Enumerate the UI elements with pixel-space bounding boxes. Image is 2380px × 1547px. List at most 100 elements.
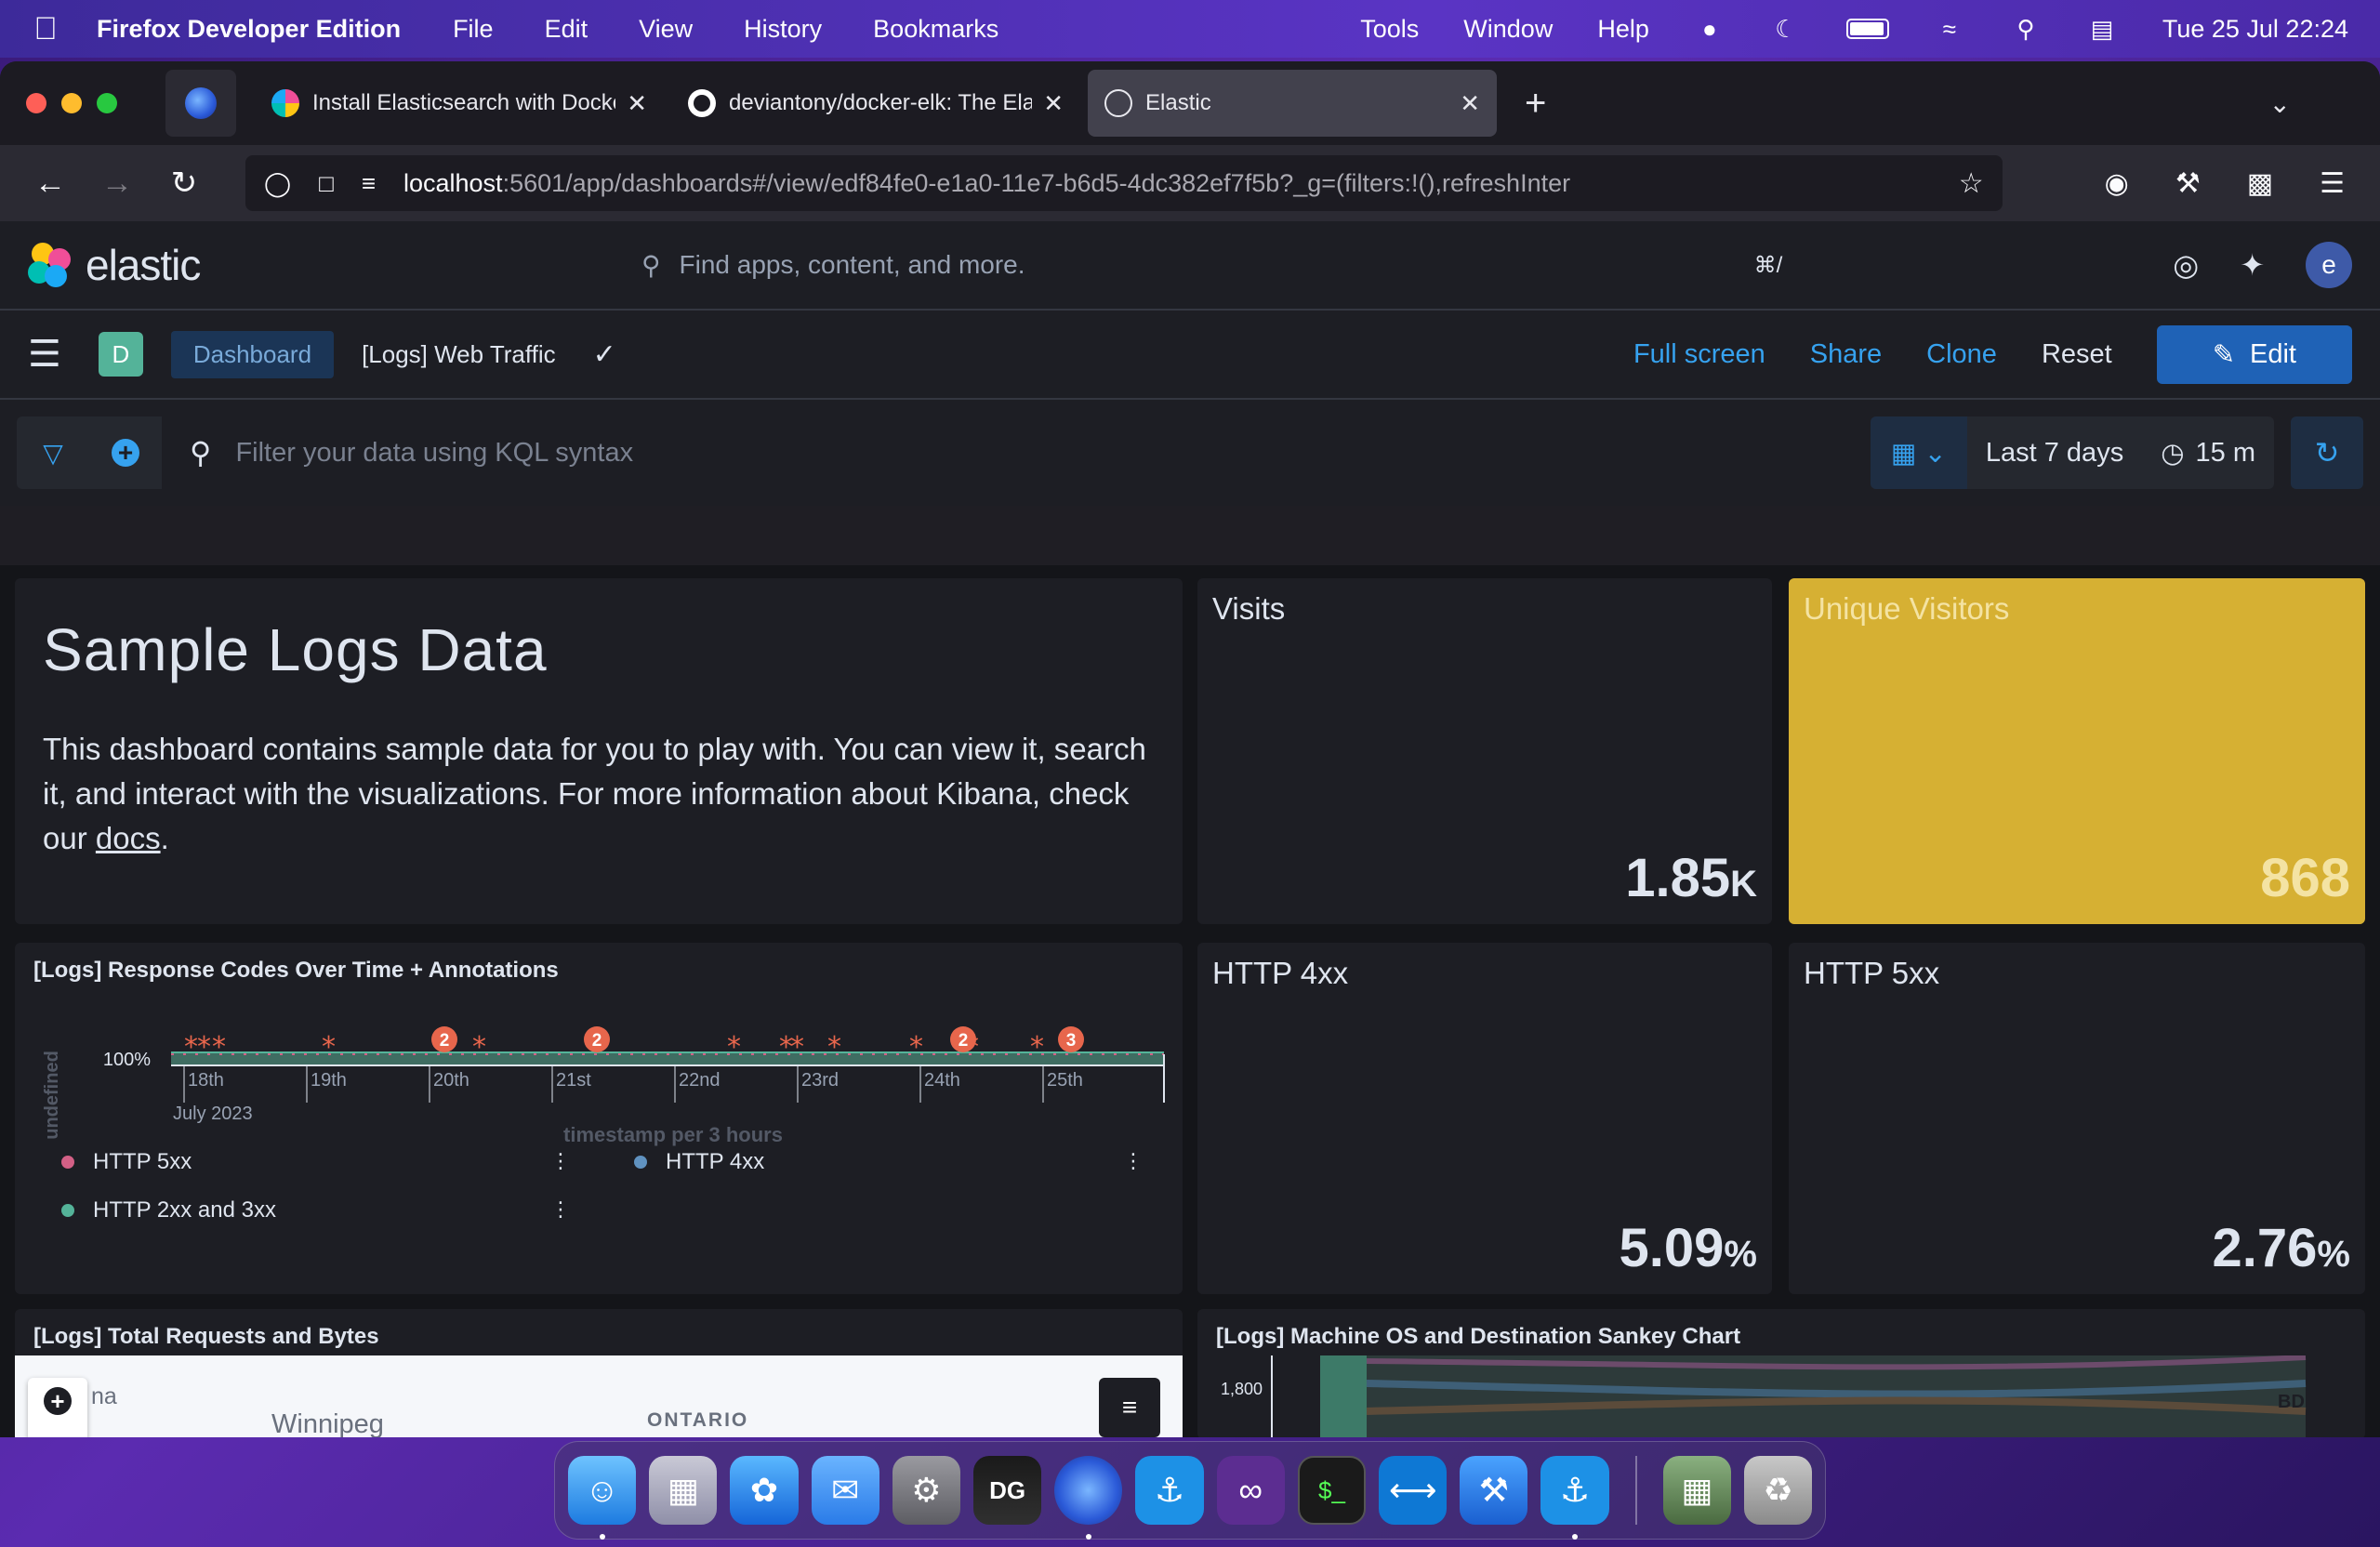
xcode-icon[interactable]: ⚒ [1460, 1456, 1528, 1525]
bookmark-star-icon[interactable]: ☆ [1959, 167, 1984, 200]
mail-icon[interactable]: ✉ [811, 1456, 879, 1525]
legend-item-http5xx[interactable]: HTTP 5xx [61, 1149, 192, 1175]
system-settings-icon[interactable]: ⚙ [892, 1456, 961, 1525]
menu-file[interactable]: File [453, 15, 494, 44]
extensions-icon[interactable]: ▩ [2247, 167, 2273, 200]
share-button[interactable]: Share [1810, 339, 1882, 370]
legend-item-http2xx-3xx[interactable]: HTTP 2xx and 3xx [61, 1197, 276, 1223]
response-codes-chart[interactable]: undefined 100% *** *** *** *** ** 2 2 2 [15, 998, 1183, 1147]
user-avatar[interactable]: e [2306, 242, 2352, 288]
docker-desktop-icon[interactable]: ⚓ [1540, 1456, 1609, 1540]
space-avatar[interactable]: D [98, 332, 143, 377]
menu-history[interactable]: History [744, 15, 822, 44]
menu-tools[interactable]: Tools [1360, 15, 1419, 44]
calendar-icon[interactable]: ▦ ⌄ [1870, 416, 1967, 489]
breadcrumb-dashboard[interactable]: Dashboard [170, 330, 335, 378]
menu-view[interactable]: View [639, 15, 693, 44]
tab-title: deviantony/docker-elk: The Elas [729, 90, 1033, 115]
x-tick-label: 20th [433, 1070, 469, 1091]
more-vertical-icon[interactable]: ⋮ [550, 1149, 571, 1173]
moon-icon[interactable]: ☾ [1770, 15, 1802, 43]
edit-button[interactable]: ✎ Edit [2156, 324, 2352, 384]
tab-docker-elk[interactable]: deviantony/docker-elk: The Elas ✕ [671, 70, 1080, 137]
menu-window[interactable]: Window [1463, 15, 1553, 44]
datagrip-icon[interactable]: DG [973, 1456, 1042, 1525]
close-icon[interactable]: ✕ [1460, 89, 1480, 118]
docker-icon[interactable]: ⚓ [1135, 1456, 1204, 1525]
news-feed-icon[interactable]: ✦ [2240, 247, 2265, 283]
close-icon[interactable]: ✕ [1043, 89, 1064, 118]
more-vertical-icon[interactable]: ⋮ [550, 1197, 571, 1222]
control-center-icon[interactable]: ▤ [2086, 15, 2118, 43]
chevron-down-icon[interactable]: ⌄ [2269, 88, 2291, 119]
new-tab-button[interactable]: + [1525, 83, 1546, 125]
global-search[interactable]: ⚲ Find apps, content, and more. ⌘/ [641, 250, 1782, 281]
apple-icon[interactable]:  [32, 11, 60, 47]
docs-link[interactable]: docs [96, 821, 161, 855]
vscode-icon[interactable]: ⟷ [1379, 1456, 1448, 1525]
menu-edit[interactable]: Edit [545, 15, 588, 44]
app-name-menu[interactable]: Firefox Developer Edition [97, 15, 401, 44]
zoom-in-icon[interactable]: + [44, 1387, 72, 1415]
annotation-badges[interactable]: 2 2 2 3 [431, 1026, 1084, 1052]
metric-unit: % [1724, 1234, 1757, 1275]
map-legend-toggle-icon[interactable]: ≡ [1099, 1378, 1160, 1437]
hamburger-menu-icon[interactable]: ☰ [2320, 167, 2345, 200]
svg-text:*: * [727, 1031, 741, 1064]
annotation-badge: 2 [440, 1031, 450, 1051]
elastic-logo-text: elastic [86, 241, 201, 289]
more-vertical-icon[interactable]: ⋮ [1123, 1149, 1144, 1173]
elastic-logo[interactable]: elastic [28, 240, 641, 290]
sankey-node[interactable] [1320, 1355, 1367, 1437]
kql-search-input[interactable]: ⚲ Filter your data using KQL syntax [162, 416, 1871, 489]
metric-http5xx-panel: HTTP 5xx 2.76% [1789, 943, 2365, 1294]
zoom-window-button[interactable] [97, 93, 117, 113]
metric-number: 2.76 [2212, 1218, 2318, 1278]
filter-menu-icon[interactable]: ▽ [17, 416, 89, 489]
firefox-developer-icon[interactable] [1054, 1456, 1123, 1540]
trash-icon[interactable]: ♻ [1743, 1456, 1813, 1525]
visual-studio-icon[interactable]: ∞ [1216, 1456, 1285, 1525]
x-tick-label: 23rd [801, 1070, 839, 1091]
tab-elastic[interactable]: Elastic ✕ [1088, 70, 1497, 137]
url-bar[interactable]: ◯ □ ≡ localhost :5601/app/dashboards#/vi… [245, 155, 2003, 211]
pocket-icon[interactable]: ◉ [2105, 167, 2129, 200]
refresh-interval[interactable]: ◷ 15 m [2142, 437, 2274, 469]
preview-icon[interactable]: ▦ [1662, 1456, 1731, 1525]
reload-icon[interactable]: ↻ [160, 165, 208, 202]
terminal-icon[interactable]: $_ [1297, 1456, 1367, 1525]
battery-icon[interactable] [1845, 19, 1889, 39]
close-window-button[interactable] [26, 93, 46, 113]
permissions-icon[interactable]: ≡ [362, 169, 376, 198]
legend-item-http4xx[interactable]: HTTP 4xx [634, 1149, 764, 1175]
menu-bookmarks[interactable]: Bookmarks [873, 15, 998, 44]
svg-text:*: * [827, 1031, 841, 1064]
launchpad-icon[interactable]: ▦ [649, 1456, 718, 1525]
reset-button[interactable]: Reset [2042, 339, 2112, 370]
refresh-icon[interactable]: ↻ [2291, 416, 2363, 489]
wrench-icon[interactable]: ⚒ [2175, 167, 2201, 200]
full-screen-button[interactable]: Full screen [1633, 339, 1765, 370]
add-filter-button[interactable]: + [89, 416, 162, 489]
firefox-view-button[interactable] [165, 70, 236, 137]
forward-arrow-icon[interactable]: → [93, 165, 141, 202]
tab-install-elasticsearch[interactable]: Install Elasticsearch with Docker ✕ [255, 70, 664, 137]
menu-clock[interactable]: Tue 25 Jul 22:24 [2162, 15, 2348, 44]
sankey-chart[interactable]: 1,800 BD [1197, 1355, 2365, 1437]
finder-icon[interactable]: ☺ [568, 1456, 637, 1540]
pinterest-status-icon[interactable]: ● [1694, 15, 1726, 43]
nav-menu-icon[interactable]: ☰ [28, 333, 61, 376]
spotlight-icon[interactable]: ⚲ [2010, 15, 2042, 43]
date-range[interactable]: Last 7 days [1967, 438, 2142, 469]
help-icon[interactable]: ◎ [2173, 247, 2199, 283]
wifi-icon[interactable]: ≈ [1934, 15, 1965, 43]
page-icon[interactable]: □ [319, 169, 334, 198]
minimize-window-button[interactable] [61, 93, 82, 113]
clone-button[interactable]: Clone [1926, 339, 1997, 370]
shield-icon[interactable]: ◯ [264, 169, 291, 198]
back-arrow-icon[interactable]: ← [26, 165, 74, 202]
menu-help[interactable]: Help [1597, 15, 1649, 44]
map-canvas[interactable]: na Winnipeg ONTARIO + − ≡ [15, 1355, 1183, 1437]
safari-icon[interactable]: ✿ [730, 1456, 799, 1525]
close-icon[interactable]: ✕ [627, 89, 647, 118]
